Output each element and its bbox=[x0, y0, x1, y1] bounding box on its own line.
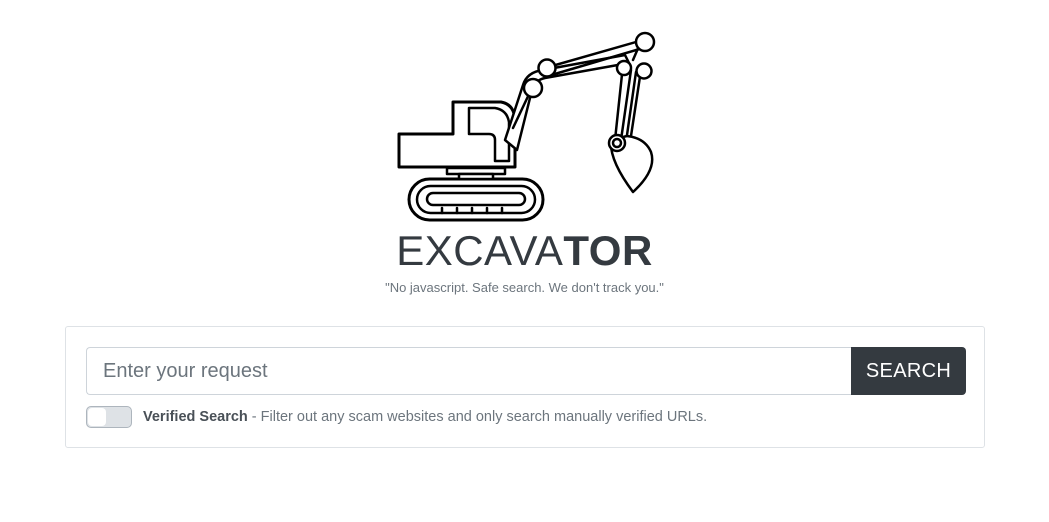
search-button[interactable]: SEARCH bbox=[851, 347, 966, 395]
verified-search-text: Verified Search - Filter out any scam we… bbox=[143, 409, 707, 425]
tagline: "No javascript. Safe search. We don't tr… bbox=[385, 280, 664, 295]
brand-name-bold: TOR bbox=[563, 227, 653, 274]
verified-search-label: Verified Search bbox=[143, 409, 248, 425]
brand-name-light: EXCAVA bbox=[396, 227, 564, 274]
verified-search-description: - Filter out any scam websites and only … bbox=[247, 409, 708, 425]
verified-search-row: Verified Search - Filter out any scam we… bbox=[86, 405, 707, 429]
page: EXCAVATOR "No javascript. Safe search. W… bbox=[0, 0, 1049, 522]
excavator-icon bbox=[397, 31, 656, 222]
search-card: SEARCH Verified Search - Filter out any … bbox=[65, 326, 985, 448]
search-form: SEARCH bbox=[86, 347, 966, 395]
search-input[interactable] bbox=[86, 347, 851, 395]
verified-search-toggle[interactable] bbox=[86, 406, 132, 428]
brand-title: EXCAVATOR bbox=[0, 226, 1049, 276]
toggle-knob bbox=[88, 408, 106, 426]
